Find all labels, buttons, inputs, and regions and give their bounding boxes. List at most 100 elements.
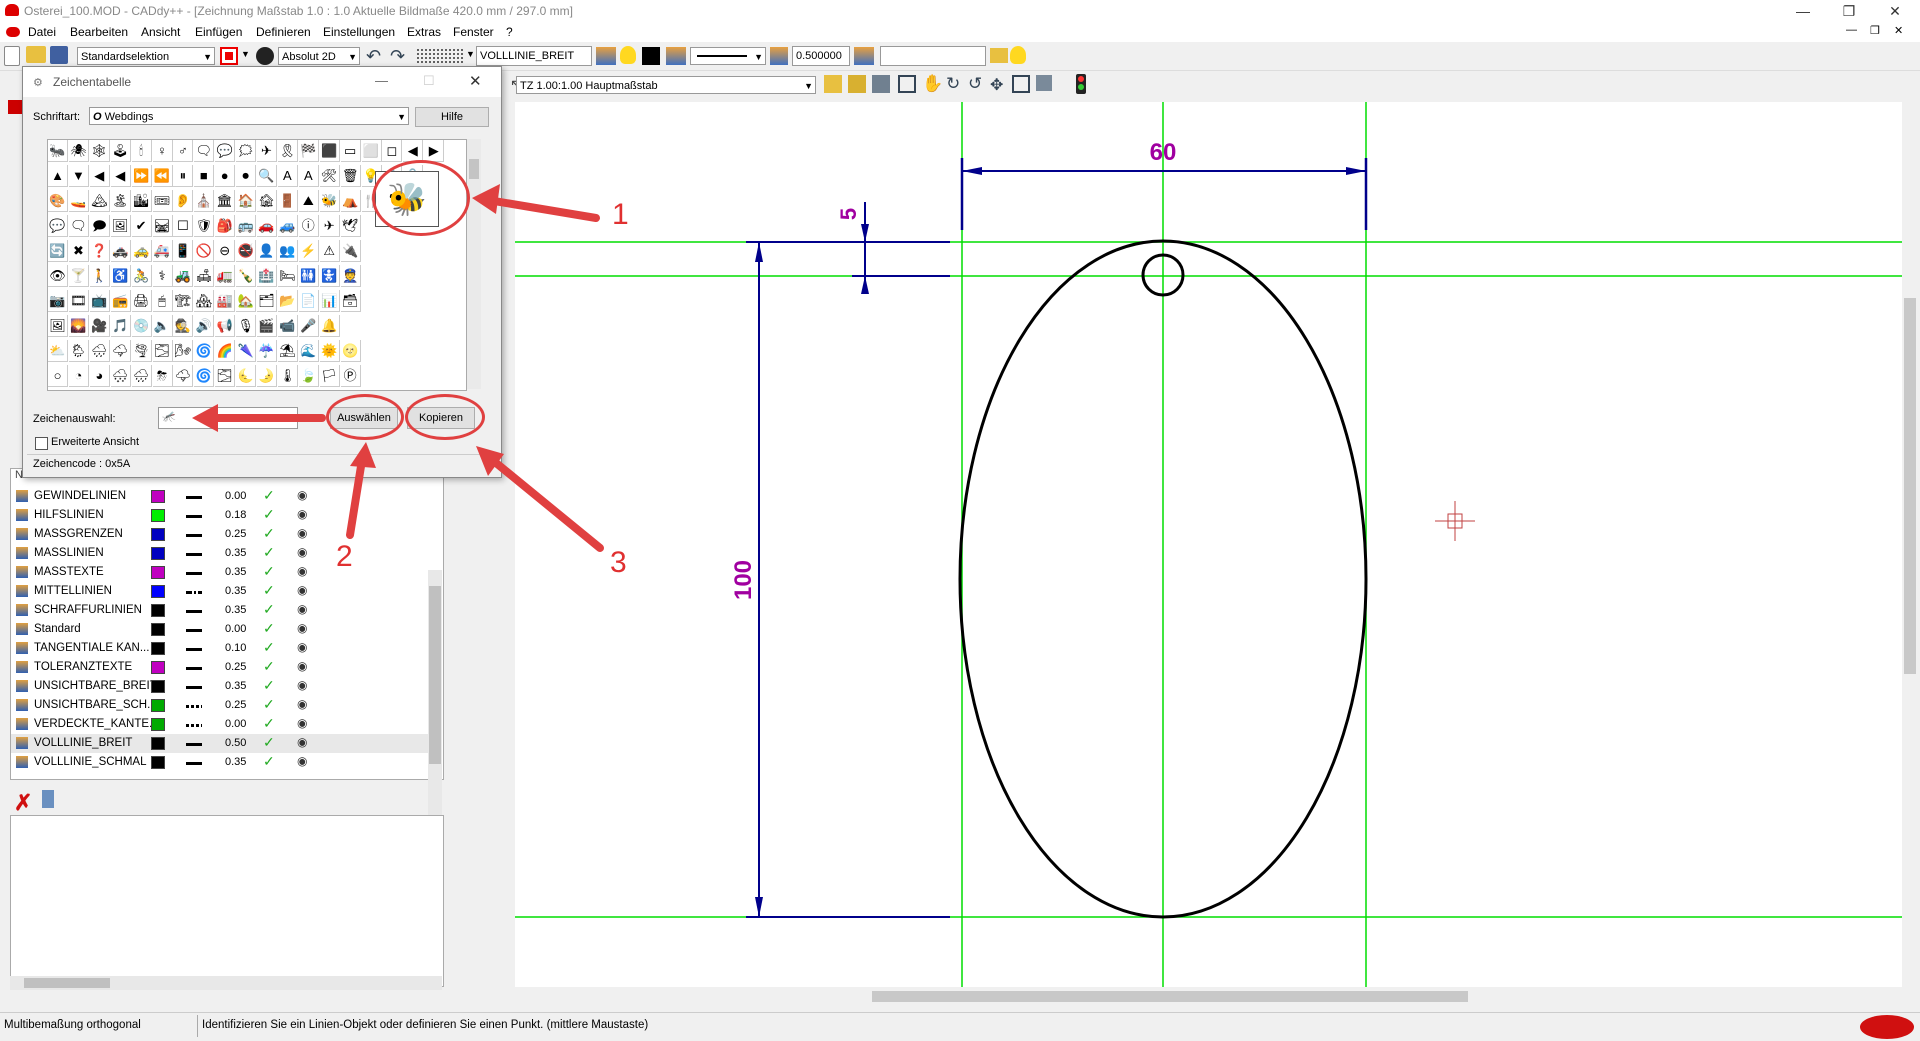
glyph-cell[interactable]: ⛰ — [298, 190, 319, 212]
glyph-cell[interactable]: 🚪 — [277, 190, 298, 212]
glyph-cell[interactable]: 👂 — [173, 190, 194, 212]
check-icon[interactable]: ✓ — [263, 696, 275, 713]
menu-einfuegen[interactable]: Einfügen — [195, 25, 242, 39]
glyph-cell[interactable]: ⬛ — [319, 140, 340, 162]
glyph-cell[interactable]: 🏁 — [298, 140, 319, 162]
zoom-window-icon[interactable] — [898, 75, 916, 93]
glyph-cell[interactable]: 🔊 — [194, 315, 215, 337]
glyph-cell[interactable]: 🗂 — [257, 290, 277, 312]
glyph-cell[interactable]: 🚭 — [236, 240, 257, 262]
glyph-cell[interactable]: ⛪ — [194, 190, 215, 212]
layer-row[interactable]: VOLLLINIE_SCHMAL 0.35 ✓ ◉ — [11, 753, 429, 772]
glyph-cell[interactable]: ▶ — [424, 140, 445, 162]
check-icon[interactable]: ✓ — [263, 639, 275, 656]
glyph-cell[interactable]: 📹 — [277, 315, 298, 337]
glyph-cell[interactable]: 🏥 — [257, 265, 277, 287]
glyph-cell[interactable]: ⚕ — [152, 265, 173, 287]
grid-icon[interactable] — [416, 48, 464, 64]
glyph-cell[interactable]: 🏳 — [319, 365, 340, 387]
check-icon[interactable]: ✓ — [263, 487, 275, 504]
glyph-cell[interactable]: 🌩 — [173, 365, 194, 387]
glyph-cell[interactable]: ✖ — [68, 240, 89, 262]
glyph-cell[interactable]: ✈ — [319, 215, 340, 237]
glyph-cell[interactable]: 🎥 — [89, 315, 110, 337]
zoom-out-icon[interactable]: ↺ — [968, 74, 982, 94]
glyph-cell[interactable]: 🔍 — [257, 165, 277, 187]
layer-width[interactable]: 0.18 — [225, 509, 246, 521]
layer-color-swatch[interactable] — [151, 585, 165, 598]
glyph-cell[interactable]: 🏔 — [89, 190, 110, 212]
coord-system-icon[interactable] — [256, 47, 274, 65]
layer-color-swatch[interactable] — [151, 642, 165, 655]
check-icon[interactable]: ✓ — [263, 620, 275, 637]
glyph-cell[interactable]: 🛏 — [277, 265, 298, 287]
canvas-vscroll-thumb[interactable] — [1904, 298, 1916, 674]
check-icon[interactable]: ✓ — [263, 506, 275, 523]
check-icon[interactable]: ✓ — [263, 753, 275, 770]
layer-linetype[interactable] — [186, 515, 202, 518]
glyph-cell[interactable]: 🎤 — [298, 315, 319, 337]
glyph-cell[interactable]: 🌧 — [131, 365, 152, 387]
menu-einstellungen[interactable]: Einstellungen — [323, 25, 395, 39]
color-select-icon[interactable] — [220, 47, 238, 65]
eye-icon[interactable]: ◉ — [297, 735, 307, 749]
glyph-cell[interactable]: 🎵 — [110, 315, 131, 337]
glyph-cell[interactable]: 🌪 — [131, 340, 152, 362]
layer-row[interactable]: Standard 0.00 ✓ ◉ — [11, 620, 429, 639]
hscroll-thumb[interactable] — [24, 978, 110, 988]
glyph-cell[interactable]: 🚫 — [194, 240, 215, 262]
glyph-cell[interactable]: A — [277, 165, 298, 187]
glyph-cell[interactable]: 🔌 — [340, 240, 361, 262]
layer-color-swatch[interactable] — [151, 756, 165, 769]
glyph-cell[interactable]: ⏪ — [152, 165, 173, 187]
layer-color-swatch[interactable] — [151, 490, 165, 503]
layer-linetype[interactable] — [186, 610, 202, 613]
glyph-cell[interactable]: 🌨 — [110, 365, 131, 387]
dialog-close-icon[interactable]: ✕ — [469, 72, 482, 90]
eye-icon[interactable]: ◉ — [297, 488, 307, 502]
glyph-cell[interactable]: ♿ — [110, 265, 131, 287]
layer-color-swatch[interactable] — [151, 680, 165, 693]
glyph-cell[interactable]: 🚤 — [68, 190, 89, 212]
check-icon[interactable]: ✓ — [263, 734, 275, 751]
glyph-cell[interactable]: 💿 — [131, 315, 152, 337]
glyph-cell[interactable]: 🖱 — [152, 290, 173, 312]
glyph-cell[interactable]: 🍾 — [236, 265, 257, 287]
bulb-icon-2[interactable] — [1010, 46, 1026, 64]
ruler-icon[interactable] — [848, 75, 866, 93]
layer-color-swatch[interactable] — [151, 699, 165, 712]
glyph-cell[interactable]: 🌀 — [194, 365, 215, 387]
bulb-icon[interactable] — [620, 46, 636, 64]
layer-color-swatch[interactable] — [151, 528, 165, 541]
chevron-down-icon[interactable]: ▼ — [241, 49, 250, 59]
close-icon[interactable]: ✕ — [1872, 0, 1918, 22]
layer-linetype[interactable] — [186, 667, 202, 670]
glyph-cell[interactable]: 🚴 — [131, 265, 152, 287]
zoom-prev-icon[interactable] — [1012, 75, 1030, 93]
zoom-all-icon[interactable]: ✥ — [990, 75, 1003, 95]
black-color-icon[interactable] — [642, 47, 660, 65]
chevron-down-icon[interactable]: ▼ — [466, 49, 475, 59]
glyph-cell[interactable]: 🌧 — [89, 340, 110, 362]
extended-view-checkbox[interactable] — [35, 437, 48, 450]
glyph-cell[interactable]: 🛋 — [194, 265, 215, 287]
glyph-cell[interactable]: 🚑 — [152, 240, 173, 262]
glyph-cell[interactable]: 📊 — [319, 290, 340, 312]
layer-linetype[interactable] — [186, 553, 202, 556]
glyph-cell[interactable]: 🔄 — [48, 240, 68, 262]
layer-row[interactable]: VOLLLINIE_BREIT 0.50 ✓ ◉ — [11, 734, 429, 753]
layer-linetype[interactable] — [186, 724, 202, 727]
layer-row[interactable]: MASSGRENZEN 0.25 ✓ ◉ — [11, 525, 429, 544]
layer-row[interactable]: GEWINDELINIEN 0.00 ✓ ◉ — [11, 487, 429, 506]
glyph-cell[interactable]: 🕊 — [340, 215, 361, 237]
layer-row[interactable]: UNSICHTBARE_SCH... 0.25 ✓ ◉ — [11, 696, 429, 715]
glyph-cell[interactable]: ⛱ — [277, 340, 298, 362]
glyph-cell[interactable]: 📺 — [89, 290, 110, 312]
glyph-cell[interactable]: ● — [215, 165, 236, 187]
check-icon[interactable]: ✓ — [263, 525, 275, 542]
glyph-cell[interactable]: ⛅ — [48, 340, 68, 362]
glyph-cell[interactable]: 👤 — [257, 240, 277, 262]
glyph-cell[interactable]: 🌛 — [257, 365, 277, 387]
glyph-cell[interactable]: 🎗 — [277, 140, 298, 162]
glyph-cell[interactable]: 🌫 — [215, 365, 236, 387]
